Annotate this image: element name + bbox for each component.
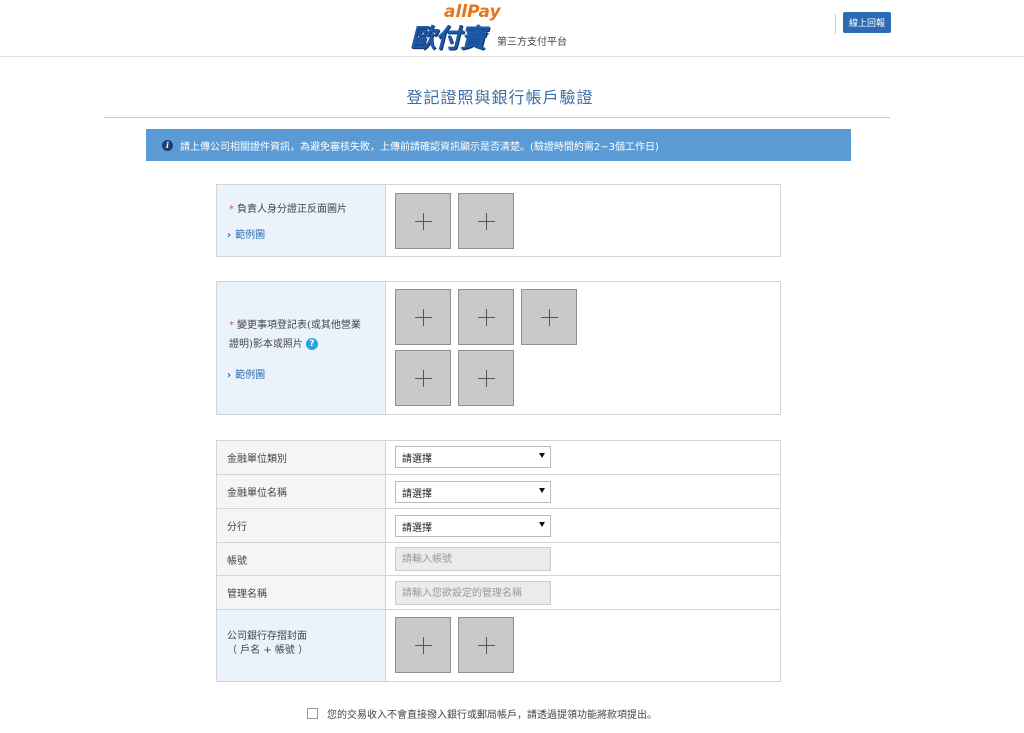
- registration-upload-section: * 變更事項登記表(或其他營業 證明)影本或照片? › 範例圖: [216, 281, 781, 415]
- account-row: 帳號: [217, 543, 780, 576]
- manage-name-label: 管理名稱: [217, 576, 386, 609]
- branch-row: 分行 請選擇: [217, 509, 780, 543]
- consent-row: 您的交易收入不會直接撥入銀行或郵局帳戶，請透過提領功能將款項提出。: [307, 706, 657, 721]
- id-card-example-link[interactable]: › 範例圖: [227, 226, 265, 241]
- upload-passbook-2-button[interactable]: [458, 617, 514, 673]
- chevron-right-icon: ›: [227, 230, 232, 241]
- registration-label-cell: * 變更事項登記表(或其他營業 證明)影本或照片? › 範例圖: [217, 282, 386, 414]
- title-divider: [104, 117, 890, 118]
- dropdown-arrow-icon: [539, 488, 545, 493]
- page-title: 登記證照與銀行帳戶驗證: [406, 88, 594, 107]
- id-card-upload-section: * 負責人身分證正反面圖片 › 範例圖: [216, 184, 781, 257]
- upload-registration-2-button[interactable]: [458, 289, 514, 345]
- upload-registration-3-button[interactable]: [521, 289, 577, 345]
- example-link-text: 範例圖: [235, 230, 266, 241]
- example-link-text: 範例圖: [235, 370, 266, 381]
- required-mark: *: [229, 320, 234, 331]
- bank-account-form: 金融單位類別 請選擇 金融單位名稱 請選擇 分行 請選擇 帳號 管理名稱 公司銀…: [216, 440, 781, 682]
- passbook-row: 公司銀行存摺封面 （ 戶名 + 帳號 ）: [217, 610, 780, 681]
- registration-label-line1: 變更事項登記表(或其他營業: [237, 320, 361, 331]
- id-card-label: * 負責人身分證正反面圖片: [229, 200, 347, 219]
- help-icon[interactable]: ?: [305, 338, 318, 350]
- info-notice: i 請上傳公司相關證件資訊，為避免審核失敗，上傳前請確認資訊顯示是否清楚。(驗證…: [146, 129, 851, 161]
- allpay-logo[interactable]: allPay 歐付寶 第三方支付平台: [410, 2, 590, 54]
- upload-id-back-button[interactable]: [458, 193, 514, 249]
- passbook-label-line1: 公司銀行存摺封面: [227, 631, 307, 642]
- branch-label: 分行: [217, 509, 386, 542]
- notice-text: 請上傳公司相關證件資訊，為避免審核失敗，上傳前請確認資訊顯示是否清楚。(驗證時間…: [180, 141, 659, 153]
- registration-label-line2: 證明)影本或照片: [229, 339, 303, 350]
- upload-registration-5-button[interactable]: [458, 350, 514, 406]
- bank-type-label: 金融單位類別: [217, 441, 386, 474]
- upload-passbook-1-button[interactable]: [395, 617, 451, 673]
- consent-text: 您的交易收入不會直接撥入銀行或郵局帳戶，請透過提領功能將款項提出。: [327, 710, 657, 721]
- passbook-label-line2: （ 戶名 + 帳號 ）: [227, 645, 309, 656]
- bank-type-selected: 請選擇: [402, 453, 432, 465]
- bank-type-select[interactable]: 請選擇: [395, 446, 551, 468]
- upload-registration-4-button[interactable]: [395, 350, 451, 406]
- bank-name-row: 金融單位名稱 請選擇: [217, 475, 780, 509]
- registration-example-link[interactable]: › 範例圖: [227, 366, 265, 381]
- passbook-label: 公司銀行存摺封面 （ 戶名 + 帳號 ）: [217, 610, 386, 681]
- top-bar: allPay 歐付寶 第三方支付平台 線上回報: [0, 0, 1024, 57]
- id-card-label-text: 負責人身分證正反面圖片: [237, 204, 347, 215]
- info-icon: i: [162, 139, 173, 151]
- logo-brand-zh: 歐付寶: [410, 24, 486, 54]
- account-input[interactable]: [395, 547, 551, 571]
- registration-label: * 變更事項登記表(或其他營業 證明)影本或照片?: [229, 316, 361, 354]
- required-mark: *: [229, 204, 234, 215]
- bank-type-row: 金融單位類別 請選擇: [217, 441, 780, 475]
- consent-checkbox[interactable]: [307, 708, 318, 719]
- logo-subtitle: 第三方支付平台: [497, 37, 567, 48]
- manage-name-input[interactable]: [395, 581, 551, 605]
- upload-registration-1-button[interactable]: [395, 289, 451, 345]
- id-card-label-cell: * 負責人身分證正反面圖片 › 範例圖: [217, 185, 386, 256]
- bank-name-select[interactable]: 請選擇: [395, 481, 551, 503]
- bank-name-selected: 請選擇: [402, 488, 432, 500]
- manage-name-row: 管理名稱: [217, 576, 780, 610]
- upload-id-front-button[interactable]: [395, 193, 451, 249]
- branch-selected: 請選擇: [402, 522, 432, 534]
- online-report-button[interactable]: 線上回報: [843, 12, 891, 33]
- dropdown-arrow-icon: [539, 453, 545, 458]
- account-label: 帳號: [217, 543, 386, 575]
- bank-name-label: 金融單位名稱: [217, 475, 386, 508]
- chevron-right-icon: ›: [227, 370, 232, 381]
- header-divider: [835, 14, 836, 34]
- branch-select[interactable]: 請選擇: [395, 515, 551, 537]
- dropdown-arrow-icon: [539, 522, 545, 527]
